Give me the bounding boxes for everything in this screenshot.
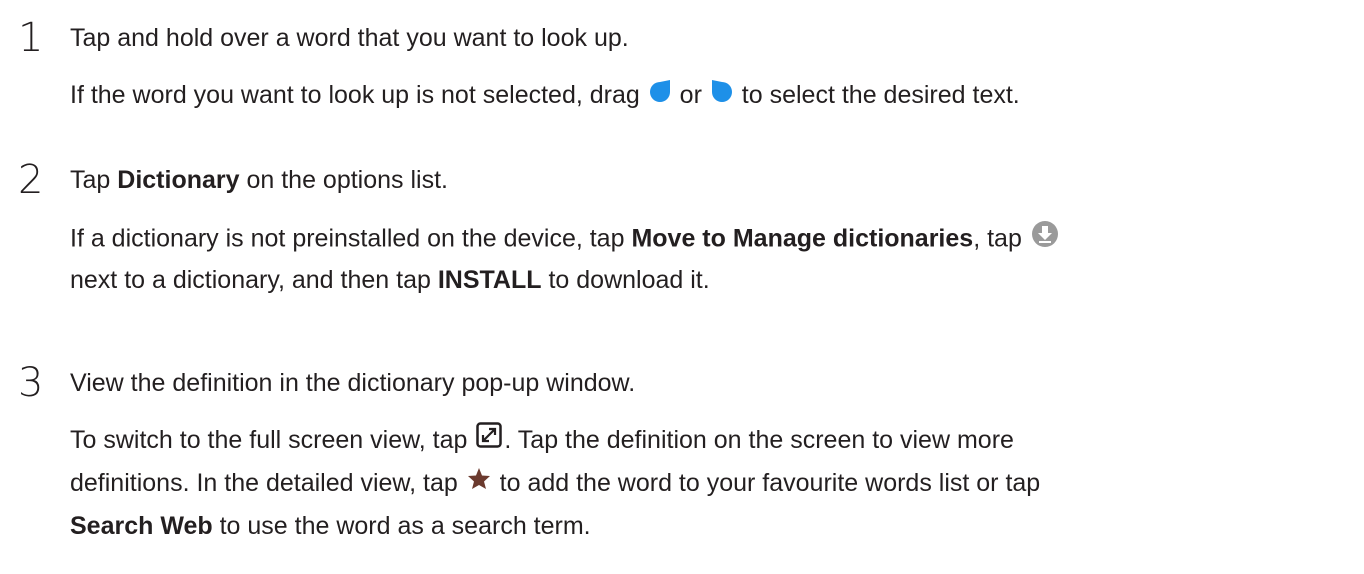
text-segment: to add the word to your favourite words … (492, 469, 1041, 497)
text-segment: If a dictionary is not preinstalled on t… (70, 224, 632, 253)
step-number: 1 (18, 15, 44, 61)
step-2-line-2: If a dictionary is not preinstalled on t… (70, 220, 1061, 258)
text-segment: on the options list. (239, 166, 448, 194)
text-segment: , tap (973, 224, 1029, 253)
step-1-line-1: Tap and hold over a word that you want t… (70, 22, 629, 54)
text-segment: next to a dictionary, and then tap (70, 266, 438, 294)
step-3-line-2: To switch to the full screen view, tap .… (70, 422, 1014, 458)
instruction-page: 1 Tap and hold over a word that you want… (0, 0, 1364, 574)
text-segment: If the word you want to look up is not s… (70, 81, 647, 109)
right-selection-handle-icon (711, 78, 733, 110)
text-segment: Tap and hold over a word that you want t… (70, 24, 629, 52)
text-segment: definitions. In the detailed view, tap (70, 469, 465, 497)
bold-term: Search Web (70, 512, 213, 540)
step-1-line-2: If the word you want to look up is not s… (70, 79, 1020, 112)
text-segment: to select the desired text. (734, 81, 1020, 109)
bold-term: INSTALL (437, 266, 542, 294)
step-number: 3 (18, 360, 44, 406)
text-segment: or (672, 81, 709, 109)
text-segment: to use the word as a search term. (212, 512, 591, 540)
download-icon (1031, 220, 1059, 256)
bold-term: Dictionary (117, 166, 240, 194)
text-segment: . Tap the definition on the screen to vi… (504, 426, 1014, 454)
step-2-line-1: Tap Dictionary on the options list. (70, 164, 448, 196)
bold-term: Move to Manage dictionaries (631, 224, 974, 253)
text-segment: to download it. (541, 266, 710, 294)
star-icon (467, 466, 491, 498)
left-selection-handle-icon (649, 78, 671, 110)
step-2-line-3: next to a dictionary, and then tap INSTA… (70, 264, 710, 296)
text-segment: To switch to the full screen view, tap (70, 426, 475, 454)
step-3-line-3: definitions. In the detailed view, tap t… (70, 467, 1040, 500)
step-number: 2 (18, 157, 44, 203)
expand-icon (476, 422, 503, 456)
text-segment: Tap (70, 166, 118, 194)
text-segment: View the definition in the dictionary po… (70, 369, 636, 397)
step-3-line-4: Search Web to use the word as a search t… (70, 510, 591, 542)
step-3-line-1: View the definition in the dictionary po… (70, 367, 635, 399)
